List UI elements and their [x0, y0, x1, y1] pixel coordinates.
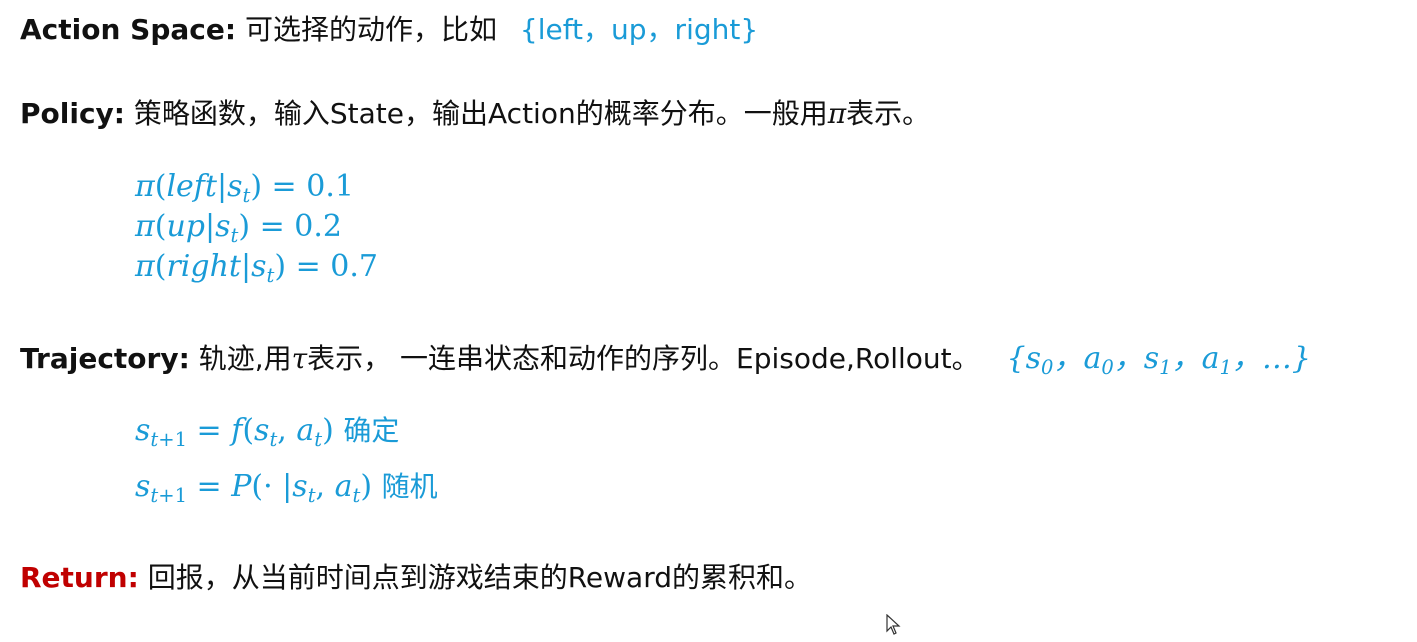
- action-space-term: Action Space:: [20, 13, 237, 46]
- transition-deterministic: st+1 = f(st, at) 确定: [135, 413, 400, 451]
- transition-stochastic: st+1 = P(· |st, at) 随机: [135, 469, 438, 507]
- pi-symbol: π: [135, 249, 155, 284]
- trajectory-symbol: τ: [291, 342, 308, 375]
- probability-value: 0.7: [330, 249, 378, 284]
- policy-equation-up: π(up|st) = 0.2: [135, 209, 342, 247]
- policy-description-end: 表示。: [846, 97, 931, 130]
- action-name: left: [166, 169, 217, 204]
- pi-symbol: π: [135, 169, 155, 204]
- trajectory-line: Trajectory: 轨迹,用τ表示， 一连串状态和动作的序列。Episode…: [20, 341, 1311, 379]
- return-line: Return: 回报，从当前时间点到游戏结束的Reward的累积和。: [20, 564, 812, 592]
- policy-line: Policy: 策略函数，输入State，输出Action的概率分布。一般用π表…: [20, 100, 930, 128]
- probability-value: 0.2: [294, 209, 342, 244]
- policy-symbol: π: [827, 97, 847, 130]
- trajectory-description-end: 表示， 一连串状态和动作的序列。Episode,Rollout。: [307, 342, 980, 375]
- action-space-line: Action Space: 可选择的动作，比如 {left，up，right}: [20, 16, 758, 44]
- trajectory-description: 轨迹,用: [189, 342, 292, 375]
- policy-description: 策略函数，输入State，输出Action的概率分布。一般用: [125, 97, 828, 130]
- policy-equation-right: π(right|st) = 0.7: [135, 249, 378, 287]
- probability-value: 0.1: [306, 169, 354, 204]
- trajectory-term: Trajectory:: [20, 342, 190, 375]
- stochastic-label: 随机: [381, 470, 438, 503]
- pi-symbol: π: [135, 209, 155, 244]
- mouse-cursor-icon: [886, 614, 901, 635]
- return-description: 回报，从当前时间点到游戏结束的Reward的累积和。: [138, 561, 812, 594]
- action-name: up: [166, 209, 205, 244]
- trajectory-sequence: {s0，a0，s1，a1，…}: [1006, 341, 1311, 379]
- action-space-description: 可选择的动作，比如: [236, 13, 506, 46]
- action-space-example: {left，up，right}: [519, 13, 759, 46]
- action-name: right: [166, 249, 241, 284]
- deterministic-label: 确定: [343, 414, 400, 447]
- policy-term: Policy:: [20, 97, 125, 130]
- policy-equation-left: π(left|st) = 0.1: [135, 169, 354, 207]
- return-term: Return:: [20, 561, 139, 594]
